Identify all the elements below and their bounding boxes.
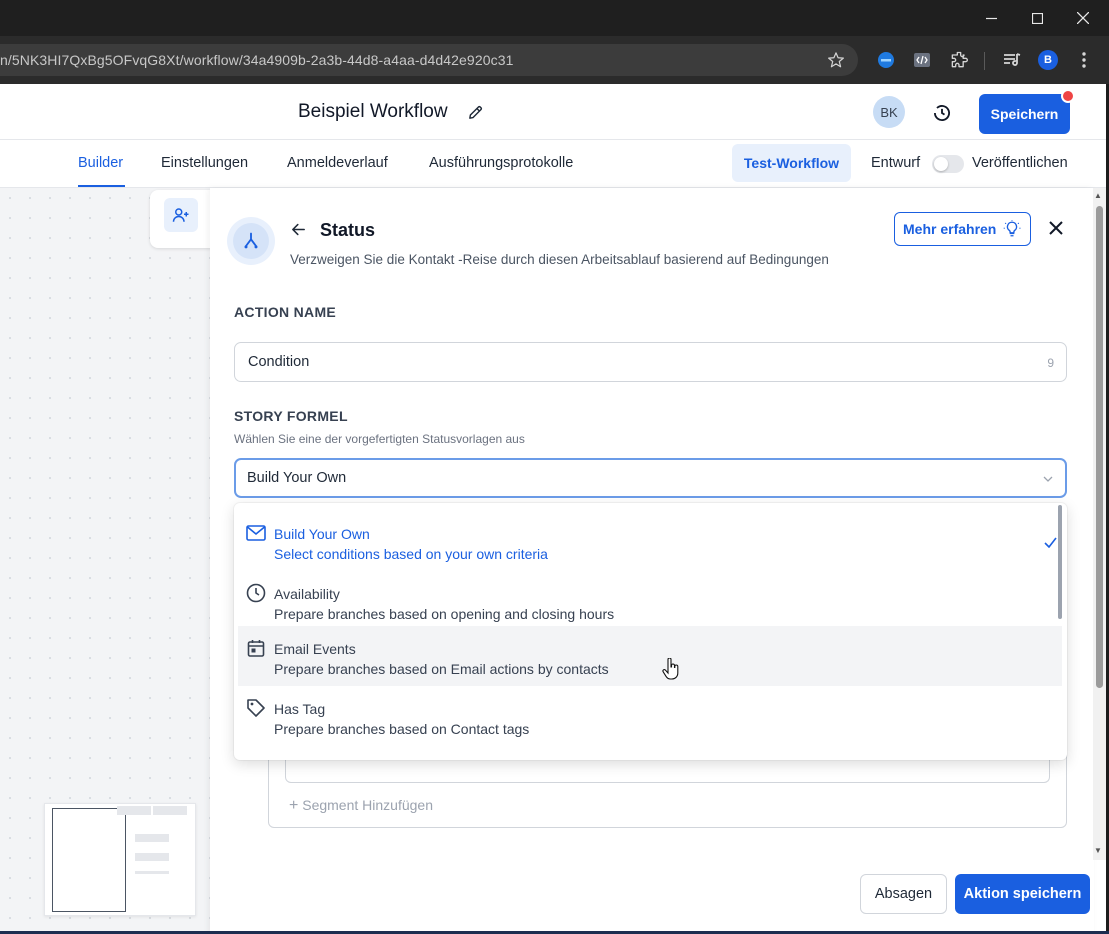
lightbulb-icon [1004, 220, 1021, 237]
minimap-viewport [52, 808, 126, 912]
bookmark-star-icon[interactable] [824, 48, 848, 72]
option-title: Has Tag [274, 701, 326, 717]
option-description: Prepare branches based on Contact tags [274, 721, 530, 737]
story-formula-value: Build Your Own [247, 470, 347, 486]
option-description: Prepare branches based on opening and cl… [274, 606, 615, 622]
panel-subtitle: Verzweigen Sie die Kontakt -Reise durch … [290, 252, 829, 267]
extension-code-icon[interactable] [910, 48, 934, 72]
mail-icon [246, 523, 266, 543]
minimap-node [135, 871, 169, 874]
extensions-puzzle-icon[interactable] [947, 48, 971, 72]
app-header: Beispiel Workflow BK Speichern [0, 84, 1106, 140]
panel-title: Status [320, 220, 376, 240]
scroll-up-icon[interactable]: ▲ [1094, 191, 1102, 200]
calendar-icon [246, 638, 266, 658]
plus-icon: + [289, 797, 299, 814]
option-title: Email Events [274, 641, 356, 657]
browser-toolbar: n/5NK3HI7QxBg5OFvqG8Xt/workflow/34a4909b… [0, 36, 1109, 84]
story-formula-dropdown: Build Your Own Select conditions based o… [234, 503, 1067, 760]
profile-avatar[interactable]: B [1036, 48, 1060, 72]
tab-ausfuehrungsprotokolle[interactable]: Ausführungsprotokolle [429, 155, 573, 171]
maximize-icon[interactable] [1014, 0, 1060, 36]
tag-icon [246, 698, 266, 718]
close-panel-icon[interactable] [1049, 221, 1063, 240]
character-count: 9 [1047, 356, 1054, 370]
minimap-node [153, 806, 187, 815]
publish-label: Veröffentlichen [972, 155, 1068, 171]
story-formula-select[interactable]: Build Your Own [234, 458, 1067, 498]
option-title: Build Your Own [274, 526, 370, 542]
history-icon[interactable] [932, 103, 952, 128]
option-email-events[interactable]: Email Events Prepare branches based on E… [238, 626, 1062, 686]
publish-toggle[interactable] [932, 155, 964, 173]
toggle-knob [934, 157, 948, 171]
save-workflow-button[interactable]: Speichern [979, 94, 1070, 134]
option-description: Select conditions based on your own crit… [274, 546, 548, 562]
learn-more-button[interactable]: Mehr erfahren [894, 212, 1031, 246]
option-has-tag[interactable]: Has Tag Prepare branches based on Contac… [238, 686, 1062, 746]
tab-builder[interactable]: Builder [78, 155, 123, 171]
back-arrow-icon[interactable] [290, 221, 307, 243]
workflow-title: Beispiel Workflow [298, 101, 448, 122]
check-icon [1044, 535, 1057, 553]
browser-menu-icon[interactable] [1072, 48, 1096, 72]
action-name-label: ACTION NAME [234, 304, 337, 320]
option-title: Availability [274, 586, 340, 602]
dropdown-scrollbar[interactable] [1058, 505, 1062, 619]
minimap-node [135, 853, 169, 861]
address-bar[interactable]: n/5NK3HI7QxBg5OFvqG8Xt/workflow/34a4909b… [0, 44, 858, 76]
hand-cursor-icon [662, 657, 680, 685]
add-segment-label: Segment Hinzufügen [302, 797, 433, 813]
tab-einstellungen[interactable]: Einstellungen [161, 155, 248, 171]
action-name-value: Condition [248, 354, 310, 370]
chevron-down-icon [1042, 472, 1054, 490]
active-tab-indicator [78, 185, 125, 187]
workflow-nav: Builder Einstellungen Anmeldeverlauf Aus… [0, 140, 1106, 188]
tab-anmeldeverlauf[interactable]: Anmeldeverlauf [287, 155, 388, 171]
story-formula-hint: Wählen Sie eine der vorgefertigten Statu… [234, 432, 525, 446]
canvas-minimap[interactable] [44, 803, 196, 916]
branch-icon-badge [227, 217, 275, 265]
cancel-button[interactable]: Absagen [860, 874, 947, 914]
minimap-node [135, 834, 169, 842]
option-description: Prepare branches based on Email actions … [274, 661, 609, 677]
browser-titlebar [0, 0, 1109, 36]
save-action-button[interactable]: Aktion speichern [955, 874, 1090, 914]
user-avatar[interactable]: BK [873, 96, 905, 128]
close-window-icon[interactable] [1060, 0, 1106, 36]
minimize-icon[interactable] [968, 0, 1014, 36]
add-contact-icon [164, 198, 198, 232]
add-segment-button[interactable]: + Segment Hinzufügen [289, 797, 433, 815]
test-workflow-button[interactable]: Test-Workflow [732, 144, 851, 182]
action-name-input[interactable]: Condition 9 [234, 342, 1067, 382]
learn-more-label: Mehr erfahren [903, 221, 997, 237]
scroll-down-icon[interactable]: ▼ [1094, 846, 1102, 855]
media-control-icon[interactable] [1000, 48, 1024, 72]
story-formula-label: STORY FORMEL [234, 408, 348, 424]
clock-icon [246, 583, 266, 603]
extension-bluebird-icon[interactable] [874, 48, 898, 72]
minimap-node [117, 806, 151, 815]
edit-pencil-icon[interactable] [467, 104, 484, 126]
panel-scrollbar-thumb[interactable] [1096, 206, 1103, 688]
profile-initial: B [1038, 50, 1058, 70]
toolbar-divider [984, 52, 985, 70]
branch-icon [244, 232, 258, 249]
unsaved-indicator-dot [1061, 89, 1075, 103]
option-build-your-own[interactable]: Build Your Own Select conditions based o… [238, 511, 1062, 571]
url-text: n/5NK3HI7QxBg5OFvqG8Xt/workflow/34a4909b… [0, 52, 514, 68]
draft-label: Entwurf [871, 155, 921, 171]
option-availability[interactable]: Availability Prepare branches based on o… [238, 571, 1062, 631]
